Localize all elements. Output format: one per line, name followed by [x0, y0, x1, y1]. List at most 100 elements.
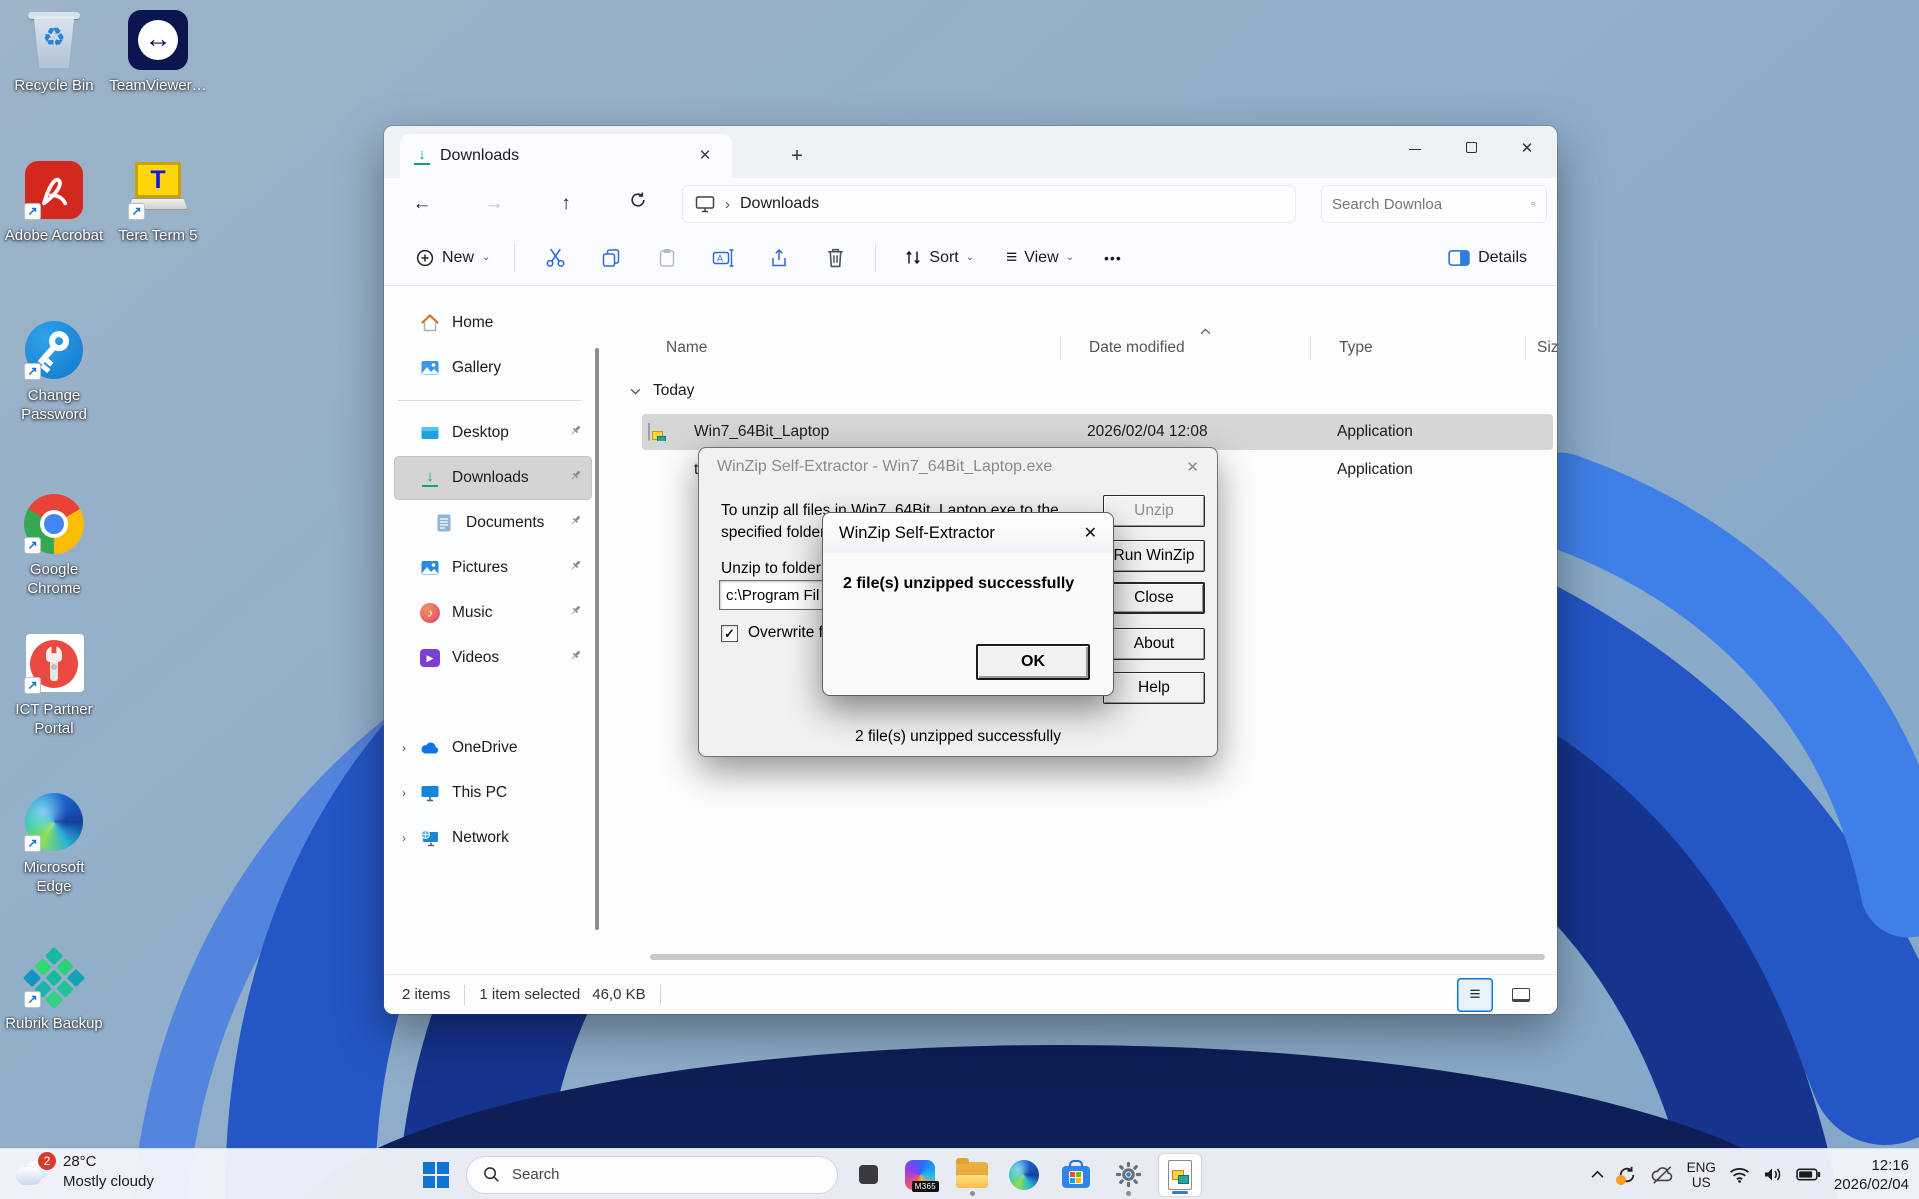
language-indicator[interactable]: ENG US [1687, 1160, 1716, 1190]
dialog-title-bar[interactable]: WinZip Self-Extractor - Win7_64Bit_Lapto… [699, 448, 1217, 486]
ok-button[interactable]: OK [976, 644, 1090, 680]
close-icon[interactable]: ✕ [1084, 523, 1097, 543]
paste-button[interactable] [647, 239, 687, 277]
sidebar-scrollbar[interactable] [595, 348, 599, 930]
sidebar-item-documents[interactable]: Documents [394, 501, 592, 545]
desktop-icon-google-chrome[interactable]: ↗ Google Chrome [4, 492, 104, 598]
sidebar-item-music[interactable]: ♪ Music [394, 591, 592, 635]
column-header-date-modified[interactable]: Date modified [1089, 339, 1339, 357]
shortcut-arrow-icon: ↗ [24, 991, 41, 1008]
new-tab-button[interactable]: + [784, 143, 810, 169]
sidebar-item-onedrive[interactable]: › OneDrive [394, 726, 592, 770]
google-chrome-icon: ↗ [22, 492, 86, 556]
update-sync-tray-icon[interactable] [1617, 1165, 1637, 1185]
navigation-pane: Home Gallery Desktop ↓ Downloads [384, 286, 600, 974]
task-view-button[interactable] [846, 1153, 890, 1197]
onedrive-paused-tray-icon[interactable] [1650, 1166, 1674, 1184]
item-count: 2 items [402, 986, 450, 1003]
run-winzip-button[interactable]: Run WinZip [1103, 540, 1205, 572]
maximize-button[interactable] [1443, 126, 1499, 172]
more-options-button[interactable]: ••• [1104, 250, 1122, 266]
winzip-active-app-button[interactable] [1158, 1153, 1202, 1197]
view-button[interactable]: ≡ View ⌄ [996, 239, 1084, 277]
search-box[interactable] [1321, 185, 1547, 223]
volume-tray-icon[interactable] [1763, 1166, 1783, 1183]
battery-tray-icon[interactable] [1796, 1167, 1821, 1182]
sidebar-item-downloads[interactable]: ↓ Downloads [394, 456, 592, 500]
file-row-win7-64bit-laptop[interactable]: Win7_64Bit_Laptop 2026/02/04 12:08 Appli… [642, 414, 1553, 450]
rename-button[interactable]: A [703, 239, 743, 277]
close-icon[interactable]: ✕ [1186, 458, 1199, 476]
refresh-button[interactable] [618, 184, 658, 224]
windows-logo-icon [423, 1162, 449, 1188]
sidebar-item-network[interactable]: › Network [394, 816, 592, 860]
message-text: 2 file(s) unzipped successfully [843, 575, 1074, 593]
desktop-icon-ict-partner-portal[interactable]: ↗ ICT Partner Portal [4, 632, 104, 738]
pin-icon [569, 604, 582, 622]
back-button[interactable]: ← [402, 184, 442, 224]
pin-icon [569, 424, 582, 442]
details-view-button[interactable]: ≡ [1457, 978, 1493, 1012]
microsoft-store-button[interactable] [1054, 1153, 1098, 1197]
column-header-size[interactable]: Size [1537, 339, 1557, 357]
wifi-tray-icon[interactable] [1729, 1166, 1750, 1183]
start-button[interactable] [414, 1153, 458, 1197]
tab-close-icon[interactable]: ✕ [692, 143, 718, 169]
sidebar-item-label: Gallery [452, 359, 501, 377]
details-pane-button[interactable]: Details [1438, 239, 1537, 277]
breadcrumb[interactable]: › Downloads [682, 185, 1296, 223]
show-hidden-icons-button[interactable] [1591, 1170, 1604, 1179]
checkbox-checked-icon[interactable]: ✓ [721, 625, 738, 642]
active-window-indicator [1172, 1191, 1188, 1194]
unzip-button[interactable]: Unzip [1103, 495, 1205, 527]
group-header-today[interactable]: Today [630, 382, 694, 400]
help-button[interactable]: Help [1103, 672, 1205, 704]
settings-button[interactable] [1106, 1153, 1150, 1197]
new-button[interactable]: New ⌄ [404, 239, 502, 277]
close-button[interactable]: ✕ [1499, 126, 1555, 172]
sidebar-item-pictures[interactable]: Pictures [394, 546, 592, 590]
desktop-icon-microsoft-edge[interactable]: ↗ Microsoft Edge [4, 790, 104, 896]
column-header-type[interactable]: Type [1339, 339, 1537, 357]
sidebar-item-gallery[interactable]: Gallery [394, 346, 592, 390]
desktop-icon-tera-term[interactable]: T ↗ Tera Term 5 [108, 158, 208, 245]
dialog-title: WinZip Self-Extractor - Win7_64Bit_Lapto… [717, 458, 1052, 476]
file-explorer-button[interactable] [950, 1153, 994, 1197]
up-button[interactable]: ↑ [546, 184, 586, 224]
file-type: Application [1337, 423, 1535, 441]
desktop-icon-change-password[interactable]: ↗ Change Password [4, 318, 104, 424]
cut-button[interactable] [535, 239, 575, 277]
copy-button[interactable] [591, 239, 631, 277]
sidebar-item-this-pc[interactable]: › This PC [394, 771, 592, 815]
sidebar-item-desktop[interactable]: Desktop [394, 411, 592, 455]
forward-button[interactable]: → [474, 184, 514, 224]
sidebar-item-videos[interactable]: ▶ Videos [394, 636, 592, 680]
desktop-icon-adobe-acrobat[interactable]: ↗ Adobe Acrobat [4, 158, 104, 245]
edge-button[interactable] [1002, 1153, 1046, 1197]
column-header-name[interactable]: Name [666, 339, 1089, 357]
tab-downloads[interactable]: ↓ Downloads ✕ [400, 134, 732, 178]
share-button[interactable] [759, 239, 799, 277]
chevron-expand-icon[interactable]: › [402, 741, 406, 755]
close-button[interactable]: Close [1103, 582, 1205, 614]
pin-icon [569, 559, 582, 577]
weather-widget[interactable]: 2 28°C Mostly cloudy [14, 1152, 154, 1192]
horizontal-scrollbar[interactable] [650, 954, 1545, 960]
m365-copilot-button[interactable]: M365 [898, 1153, 942, 1197]
desktop-icon-rubrik-backup[interactable]: ↗ Rubrik Backup [4, 946, 104, 1033]
sort-button[interactable]: Sort ⌄ [894, 239, 984, 277]
chevron-expand-icon[interactable]: › [402, 786, 406, 800]
minimize-button[interactable] [1387, 126, 1443, 172]
sidebar-item-label: This PC [452, 784, 507, 802]
chevron-expand-icon[interactable]: › [402, 831, 406, 845]
large-thumbnails-view-button[interactable] [1503, 978, 1539, 1012]
message-box-title-bar[interactable]: WinZip Self-Extractor ✕ [823, 513, 1113, 553]
taskbar-search[interactable]: Search [466, 1156, 838, 1194]
clock[interactable]: 12:16 2026/02/04 [1834, 1156, 1909, 1194]
delete-button[interactable] [815, 239, 855, 277]
desktop-icon-teamviewer[interactable]: ↔ TeamViewer… [108, 8, 208, 95]
search-input[interactable] [1332, 196, 1531, 213]
desktop-icon-recycle-bin[interactable]: ♻ Recycle Bin [4, 8, 104, 95]
sidebar-item-home[interactable]: Home [394, 301, 592, 345]
about-button[interactable]: About [1103, 628, 1205, 660]
